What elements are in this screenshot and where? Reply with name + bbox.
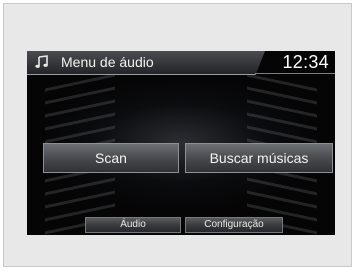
screen-title: Menu de áudio xyxy=(61,54,154,70)
audio-menu-screen: Menu de áudio 12:34 Scan Buscar músicas … xyxy=(27,51,335,235)
scan-button[interactable]: Scan xyxy=(43,143,179,173)
clock: 12:34 xyxy=(282,52,329,72)
header-divider xyxy=(255,73,335,74)
search-songs-button[interactable]: Buscar músicas xyxy=(185,143,333,173)
audio-tab[interactable]: Áudio xyxy=(85,217,181,233)
header: Menu de áudio 12:34 xyxy=(27,51,335,75)
settings-tab[interactable]: Configuração xyxy=(185,217,283,233)
music-note-icon xyxy=(35,55,48,68)
